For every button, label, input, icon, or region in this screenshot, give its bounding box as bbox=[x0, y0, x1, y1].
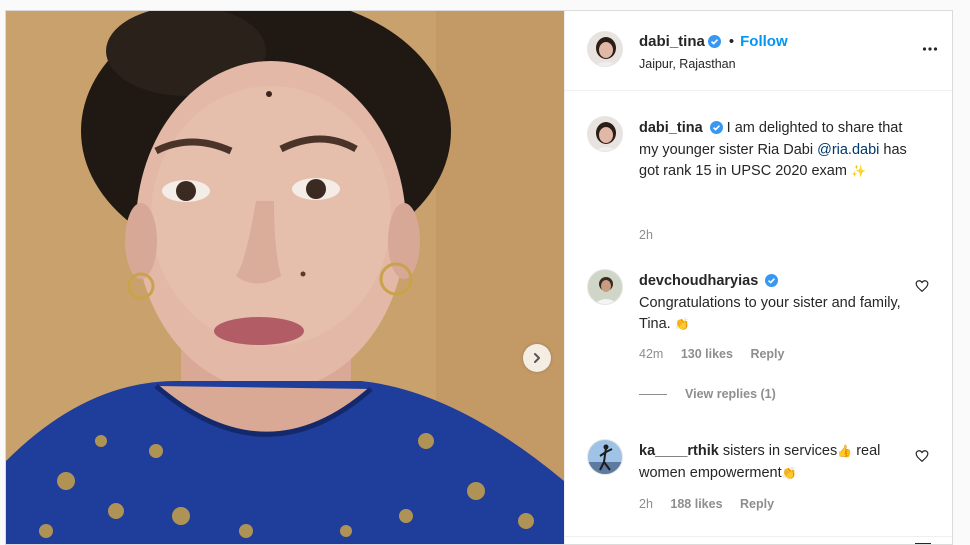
heart-icon[interactable] bbox=[915, 279, 929, 293]
reply-button[interactable]: Reply bbox=[740, 497, 774, 511]
verified-badge-icon bbox=[765, 274, 779, 287]
comment-body-start: sisters in services bbox=[722, 443, 838, 459]
post-container: dabi_tina • Follow Jaipur, Rajasthan dab… bbox=[5, 10, 953, 545]
view-replies-label: View replies (1) bbox=[685, 387, 776, 401]
post-actions-bar bbox=[565, 536, 952, 544]
comment-likes[interactable]: 130 likes bbox=[681, 347, 733, 361]
clap-emoji: 👏 bbox=[674, 317, 690, 331]
post-location[interactable]: Jaipur, Rajasthan bbox=[639, 57, 736, 71]
caption-meta: 2h bbox=[639, 228, 667, 242]
comment-meta: 42m 130 likes Reply bbox=[639, 347, 798, 361]
caption-text: dabi_tina I am delighted to share that my… bbox=[639, 118, 909, 183]
caption-time[interactable]: 2h bbox=[639, 228, 653, 242]
view-replies-button[interactable]: View replies (1) bbox=[639, 387, 776, 401]
follow-button[interactable]: Follow bbox=[740, 33, 788, 50]
comment-text: devchoudharyias Congratulations to your … bbox=[639, 271, 909, 336]
comment-time[interactable]: 42m bbox=[639, 347, 663, 361]
verified-badge-icon bbox=[707, 35, 721, 48]
commenter-avatar[interactable] bbox=[587, 439, 623, 475]
comment-time[interactable]: 2h bbox=[639, 497, 653, 511]
comments-section[interactable]: dabi_tina I am delighted to share that my… bbox=[565, 91, 952, 544]
thumbs-up-emoji: 👍 bbox=[837, 444, 853, 458]
comment-text: ka____rthik sisters in services👍 real wom… bbox=[639, 441, 909, 484]
heart-icon[interactable] bbox=[915, 449, 929, 463]
caption-username[interactable]: dabi_tina bbox=[639, 120, 703, 136]
commenter-avatar[interactable] bbox=[587, 269, 623, 305]
post-photo bbox=[6, 11, 564, 544]
post-sidebar: dabi_tina • Follow Jaipur, Rajasthan dab… bbox=[564, 11, 952, 544]
comment-meta: 2h 188 likes Reply bbox=[639, 497, 788, 511]
next-photo-button[interactable] bbox=[523, 344, 551, 372]
clap-emoji: 👏 bbox=[781, 465, 797, 480]
caption-avatar[interactable] bbox=[587, 116, 623, 152]
chevron-right-icon bbox=[534, 353, 540, 363]
sparkles-emoji: ✨ bbox=[850, 164, 866, 178]
more-options-icon[interactable] bbox=[922, 41, 938, 57]
commenter-username[interactable]: ka____rthik bbox=[639, 443, 719, 459]
replies-divider-line bbox=[639, 393, 667, 395]
commenter-username[interactable]: devchoudharyias bbox=[639, 273, 758, 289]
caption-mention-link[interactable]: @ria.dabi bbox=[817, 142, 879, 158]
author-username[interactable]: dabi_tina bbox=[639, 33, 705, 50]
header-separator: • bbox=[728, 33, 735, 50]
author-avatar[interactable] bbox=[587, 31, 623, 67]
post-header: dabi_tina • Follow Jaipur, Rajasthan bbox=[565, 11, 952, 91]
post-media[interactable] bbox=[6, 11, 564, 544]
reply-button[interactable]: Reply bbox=[750, 347, 784, 361]
comment-likes[interactable]: 188 likes bbox=[670, 497, 722, 511]
verified-badge-icon bbox=[709, 121, 723, 134]
